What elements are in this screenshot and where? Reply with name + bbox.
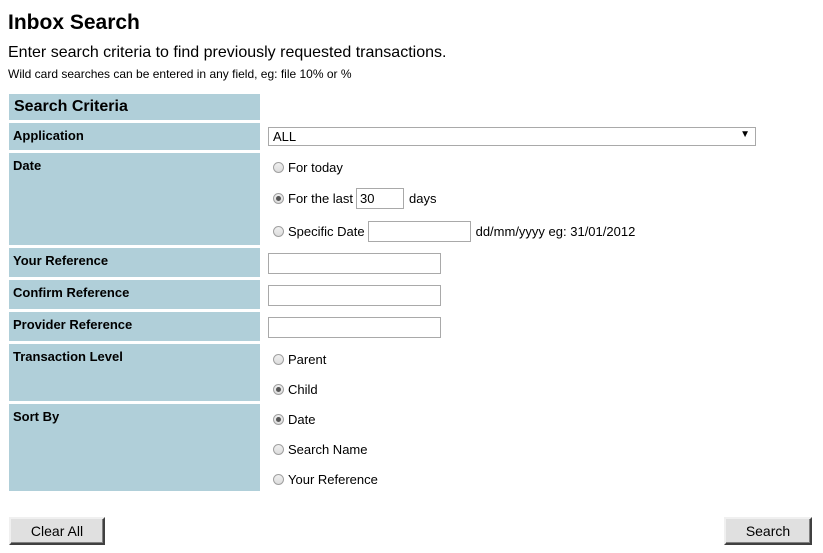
radio-child[interactable] bbox=[273, 384, 284, 395]
for-the-last-label: For the last bbox=[288, 191, 354, 206]
label-confirm-reference: Confirm Reference bbox=[9, 280, 260, 309]
search-criteria-header: Search Criteria bbox=[9, 94, 260, 120]
days-input[interactable] bbox=[356, 188, 405, 209]
label-your-reference: Your Reference bbox=[9, 248, 260, 277]
radio-specific-date[interactable] bbox=[273, 226, 284, 237]
label-application: Application bbox=[9, 123, 260, 150]
radio-sort-your-reference[interactable] bbox=[273, 474, 284, 485]
label-sort-by: Sort By bbox=[9, 404, 260, 491]
radio-sort-date[interactable] bbox=[273, 414, 284, 425]
page-title: Inbox Search bbox=[8, 11, 140, 34]
your-reference-input[interactable] bbox=[268, 253, 441, 274]
radio-parent[interactable] bbox=[273, 354, 284, 365]
sort-your-reference-label: Your Reference bbox=[288, 472, 378, 487]
search-button[interactable]: Search bbox=[724, 517, 812, 545]
parent-label: Parent bbox=[288, 352, 327, 367]
label-transaction-level: Transaction Level bbox=[9, 344, 260, 401]
date-format-hint: dd/mm/yyyy eg: 31/01/2012 bbox=[475, 224, 636, 239]
confirm-reference-input[interactable] bbox=[268, 285, 441, 306]
sort-search-name-label: Search Name bbox=[288, 442, 368, 457]
chevron-down-icon: ▼ bbox=[740, 129, 750, 140]
application-select[interactable]: ALL ▼ bbox=[268, 127, 756, 146]
radio-sort-search-name[interactable] bbox=[273, 444, 284, 455]
provider-reference-input[interactable] bbox=[268, 317, 441, 338]
for-today-label: For today bbox=[288, 160, 343, 175]
label-provider-reference: Provider Reference bbox=[9, 312, 260, 341]
label-date: Date bbox=[9, 153, 260, 245]
days-label: days bbox=[409, 191, 437, 206]
radio-for-today[interactable] bbox=[273, 162, 284, 173]
child-label: Child bbox=[288, 382, 318, 397]
specific-date-input[interactable] bbox=[367, 221, 471, 242]
wildcard-note: Wild card searches can be entered in any… bbox=[8, 67, 352, 81]
clear-all-button[interactable]: Clear All bbox=[9, 517, 105, 545]
sort-date-label: Date bbox=[288, 412, 316, 427]
intro-text: Enter search criteria to find previously… bbox=[8, 44, 447, 61]
specific-date-label: Specific Date bbox=[288, 224, 365, 239]
radio-for-the-last[interactable] bbox=[273, 193, 284, 204]
application-value: ALL bbox=[273, 129, 297, 144]
